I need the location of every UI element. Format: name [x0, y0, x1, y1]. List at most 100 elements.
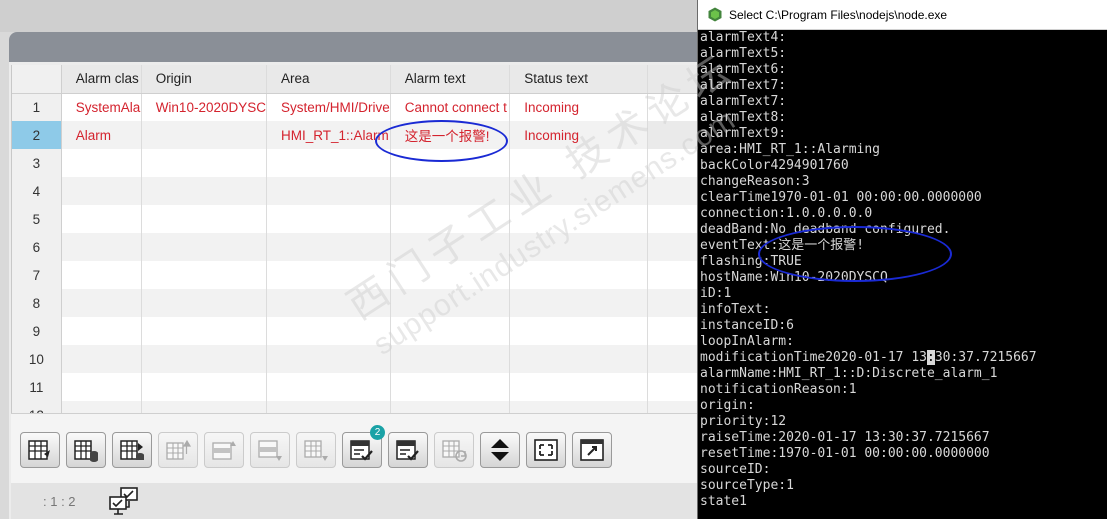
archive-export-button[interactable]	[112, 432, 152, 468]
cell-origin[interactable]: Win10-2020DYSC	[141, 93, 268, 121]
up-down-arrows-button[interactable]	[480, 432, 520, 468]
cell-status-text[interactable]	[509, 289, 649, 317]
cell-alarm-class[interactable]	[61, 345, 142, 373]
cell-alarm-class[interactable]	[61, 149, 142, 177]
fit-view-button[interactable]	[526, 432, 566, 468]
cell-alarm-class[interactable]	[61, 373, 142, 401]
row-number-cell[interactable]: 3	[12, 149, 62, 177]
cell-extra[interactable]	[647, 205, 701, 233]
acknowledge-all-button[interactable]	[388, 432, 428, 468]
cell-status-text[interactable]: Incoming	[509, 121, 649, 149]
cell-extra[interactable]	[647, 177, 701, 205]
cell-alarm-text[interactable]	[390, 317, 511, 345]
cell-alarm-text[interactable]	[390, 401, 511, 413]
cell-area[interactable]	[266, 261, 391, 289]
cell-alarm-text[interactable]	[390, 205, 511, 233]
cell-alarm-class[interactable]	[61, 261, 142, 289]
cell-alarm-text[interactable]	[390, 345, 511, 373]
row-number-cell[interactable]: 12	[12, 401, 62, 413]
cell-area[interactable]	[266, 149, 391, 177]
cell-origin[interactable]	[141, 233, 268, 261]
cell-extra[interactable]	[647, 345, 701, 373]
move-down-button[interactable]	[250, 432, 290, 468]
cell-alarm-text[interactable]	[390, 289, 511, 317]
sort-up-button[interactable]	[158, 432, 198, 468]
cell-origin[interactable]	[141, 121, 268, 149]
cell-alarm-text[interactable]	[390, 177, 511, 205]
row-number-cell[interactable]: 1	[12, 93, 62, 121]
cell-status-text[interactable]	[509, 261, 649, 289]
refresh-table-button[interactable]	[434, 432, 474, 468]
cell-area[interactable]	[266, 177, 391, 205]
table-row[interactable]: 2 Alarm HMI_RT_1::Alarm 这是一个报警! Incoming	[12, 121, 701, 149]
cell-alarm-text[interactable]	[390, 373, 511, 401]
row-number-cell[interactable]: 4	[12, 177, 62, 205]
cell-extra[interactable]	[647, 233, 701, 261]
cell-area[interactable]	[266, 289, 391, 317]
cell-origin[interactable]	[141, 345, 268, 373]
row-number-cell[interactable]: 10	[12, 345, 62, 373]
settings-dialog-button[interactable]	[572, 432, 612, 468]
cell-area[interactable]	[266, 233, 391, 261]
cell-alarm-text[interactable]: Cannot connect t	[390, 93, 511, 121]
console-titlebar[interactable]: Select C:\Program Files\nodejs\node.exe	[698, 0, 1107, 30]
column-header-alarm-class[interactable]: Alarm clas	[61, 65, 142, 94]
cell-origin[interactable]	[141, 149, 268, 177]
column-header-area[interactable]: Area	[266, 65, 391, 94]
cell-status-text[interactable]: Incoming	[509, 93, 649, 121]
cell-alarm-class[interactable]	[61, 317, 142, 345]
column-header-extra[interactable]	[647, 65, 701, 94]
cell-status-text[interactable]	[509, 177, 649, 205]
row-number-cell[interactable]: 7	[12, 261, 62, 289]
acknowledge-button[interactable]: 2	[342, 425, 385, 468]
cell-area[interactable]	[266, 401, 391, 413]
cell-area[interactable]	[266, 373, 391, 401]
table-row[interactable]: 5	[12, 205, 701, 233]
archive-table-button[interactable]	[66, 432, 106, 468]
cell-alarm-class[interactable]	[61, 205, 142, 233]
table-row[interactable]: 4	[12, 177, 701, 205]
cell-extra[interactable]	[647, 93, 701, 121]
cell-area[interactable]: HMI_RT_1::Alarm	[266, 121, 391, 149]
row-number-cell[interactable]: 6	[12, 233, 62, 261]
cell-alarm-class[interactable]	[61, 401, 142, 413]
cell-extra[interactable]	[647, 149, 701, 177]
cell-status-text[interactable]	[509, 233, 649, 261]
cell-status-text[interactable]	[509, 401, 649, 413]
cell-alarm-class[interactable]	[61, 177, 142, 205]
table-row[interactable]: 12	[12, 401, 701, 413]
column-header-origin[interactable]: Origin	[141, 65, 268, 94]
row-number-cell[interactable]: 11	[12, 373, 62, 401]
cell-origin[interactable]	[141, 177, 268, 205]
table-row[interactable]: 6	[12, 233, 701, 261]
row-number-cell[interactable]: 9	[12, 317, 62, 345]
cell-origin[interactable]	[141, 317, 268, 345]
cell-origin[interactable]	[141, 289, 268, 317]
table-row[interactable]: 7	[12, 261, 701, 289]
row-number-cell[interactable]: 5	[12, 205, 62, 233]
cell-extra[interactable]	[647, 373, 701, 401]
cell-extra[interactable]	[647, 121, 701, 149]
table-row[interactable]: 8	[12, 289, 701, 317]
cell-area[interactable]	[266, 345, 391, 373]
cell-extra[interactable]	[647, 317, 701, 345]
cell-origin[interactable]	[141, 401, 268, 413]
cell-alarm-text[interactable]	[390, 233, 511, 261]
column-header-alarm-text[interactable]: Alarm text	[390, 65, 511, 94]
sort-down-button[interactable]	[296, 432, 336, 468]
cell-alarm-class[interactable]	[61, 233, 142, 261]
cell-alarm-class[interactable]	[61, 289, 142, 317]
cell-origin[interactable]	[141, 261, 268, 289]
cell-extra[interactable]	[647, 289, 701, 317]
cell-area[interactable]	[266, 205, 391, 233]
cell-alarm-class[interactable]: SystemAla	[61, 93, 142, 121]
table-row[interactable]: 1 SystemAla Win10-2020DYSC System/HMI/Drive…	[12, 93, 701, 121]
receipt-table-button[interactable]	[20, 432, 60, 468]
cell-extra[interactable]	[647, 261, 701, 289]
row-number-cell[interactable]: 2	[12, 121, 62, 149]
row-number-cell[interactable]: 8	[12, 289, 62, 317]
cell-origin[interactable]	[141, 205, 268, 233]
cell-area[interactable]: System/HMI/Drive	[266, 93, 391, 121]
cell-extra[interactable]	[647, 401, 701, 413]
cell-status-text[interactable]	[509, 317, 649, 345]
